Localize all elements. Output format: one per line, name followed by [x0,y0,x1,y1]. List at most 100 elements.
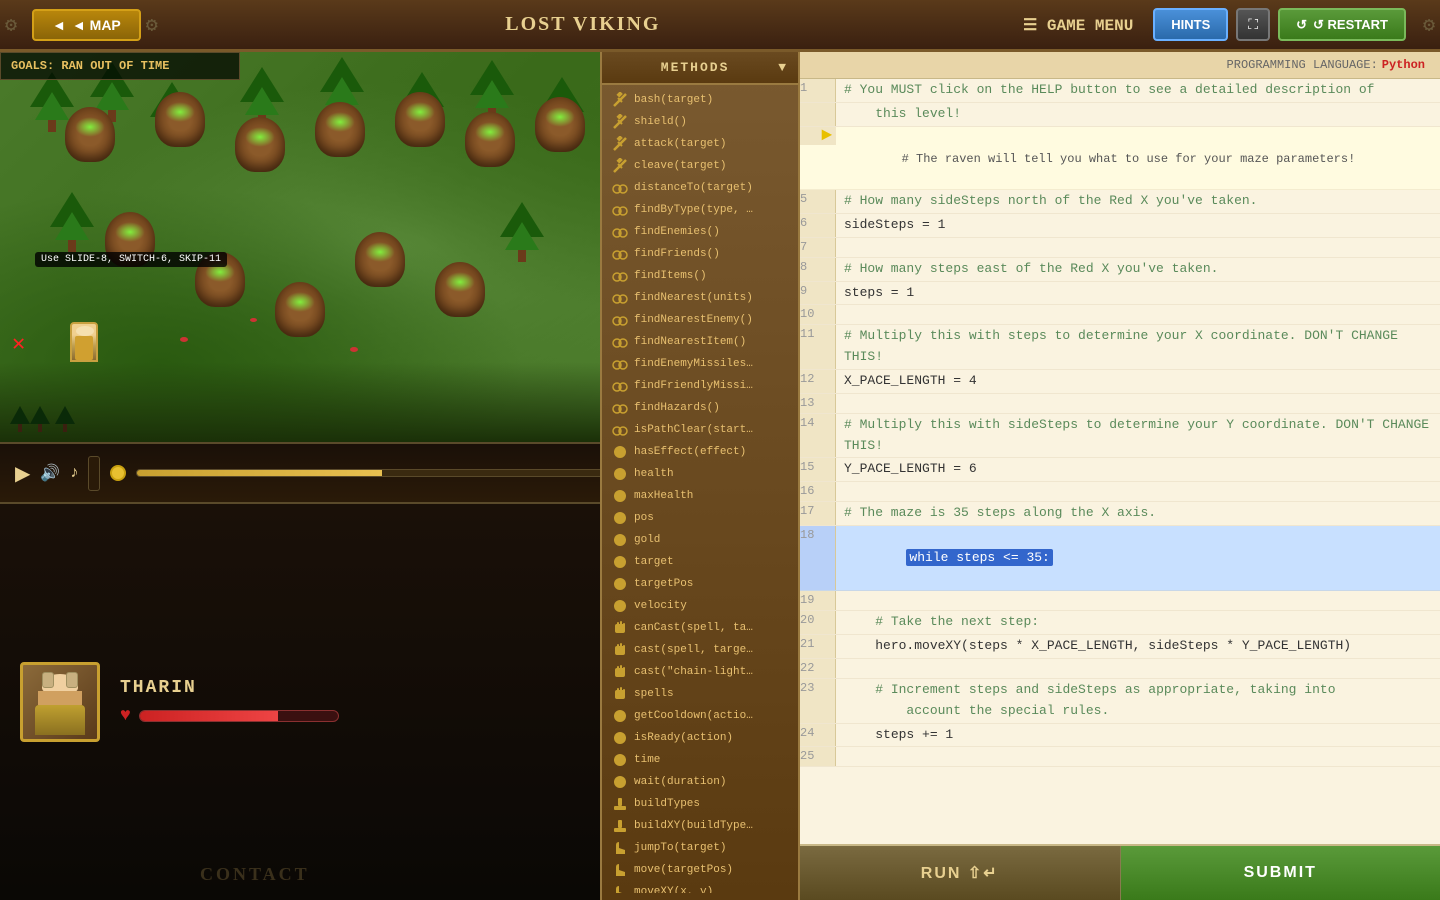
code-line-13: 13 [800,394,1440,414]
contact-text[interactable]: Contact [200,864,310,885]
code-line-1: 1 # You MUST click on the HELP button to… [800,79,1440,103]
method-label: spells [634,688,674,700]
method-icon [612,598,628,614]
restart-button[interactable]: ↺ ↺ RESTART [1278,8,1406,41]
restart-label: ↺ RESTART [1313,17,1388,33]
method-label: move(targetPos) [634,864,733,876]
method-icon [612,686,628,702]
method-item[interactable]: cast("chain-light… [602,661,798,683]
volume-button[interactable]: 🔊 [40,463,60,483]
hints-button[interactable]: HINTS [1153,8,1228,41]
method-item[interactable]: findNearestEnemy() [602,309,798,331]
code-bottom-bar: RUN ⇧↵ SUBMIT [800,844,1440,900]
method-item[interactable]: moveXY(x, y) [602,881,798,893]
map-arrow-icon: ◄ [52,17,66,33]
line-content-23: # Increment steps and sideSteps as appro… [836,679,1440,723]
top-right-buttons: HINTS ⛶ ↺ ↺ RESTART [1153,8,1406,41]
code-line-arrow: ► # The raven will tell you what to use … [800,127,1440,191]
method-item[interactable]: buildXY(buildType… [602,815,798,837]
method-label: findByType(type, … [634,204,753,216]
method-item[interactable]: target [602,551,798,573]
method-item[interactable]: health [602,463,798,485]
line-content-16 [836,482,1440,484]
method-item[interactable]: findEnemyMissiles… [602,353,798,375]
method-item[interactable]: findFriendlyMissi… [602,375,798,397]
method-item[interactable]: cast(spell, targe… [602,639,798,661]
map-button[interactable]: ◄ ◄ MAP [32,9,141,41]
method-item[interactable]: wait(duration) [602,771,798,793]
line-content-18: while steps <= 35: [836,526,1440,590]
method-label: cast(spell, targe… [634,644,753,656]
method-item[interactable]: maxHealth [602,485,798,507]
method-item[interactable]: findItems() [602,265,798,287]
method-item[interactable]: time [602,749,798,771]
method-item[interactable]: jumpTo(target) [602,837,798,859]
monster [530,97,590,167]
method-label: jumpTo(target) [634,842,726,854]
method-item[interactable]: targetPos [602,573,798,595]
line-number-21: 21 [800,635,836,658]
method-icon [612,136,628,152]
method-item[interactable]: attack(target) [602,133,798,155]
game-menu-label: ☰ GAME MENU [1023,15,1133,35]
code-editor[interactable]: 1 # You MUST click on the HELP button to… [800,79,1440,844]
method-label: bash(target) [634,94,713,106]
method-item[interactable]: findHazards() [602,397,798,419]
submit-button[interactable]: SUBMIT [1121,846,1440,900]
method-item[interactable]: findNearest(units) [602,287,798,309]
method-item[interactable]: pos [602,507,798,529]
method-item[interactable]: getCooldown(actio… [602,705,798,727]
method-icon [612,114,628,130]
method-icon [612,334,628,350]
method-icon [612,400,628,416]
method-item[interactable]: bash(target) [602,89,798,111]
line-content-arrow: # The raven will tell you what to use fo… [836,127,1440,190]
method-item[interactable]: findFriends() [602,243,798,265]
method-item[interactable]: velocity [602,595,798,617]
health-bar [139,710,339,722]
method-item[interactable]: findByType(type, … [602,199,798,221]
method-item[interactable]: shield() [602,111,798,133]
line-number-7: 7 [800,238,836,257]
method-item[interactable]: findNearestItem() [602,331,798,353]
play-button[interactable]: ▶ [15,461,30,486]
method-label: time [634,754,660,766]
method-item[interactable]: findEnemies() [602,221,798,243]
method-item[interactable]: gold [602,529,798,551]
code-line-6: 6 sideSteps = 1 [800,214,1440,238]
arrow-marker: ► [800,127,836,145]
goals-text: GOALS: RAN OUT OF TIME [11,59,169,73]
fullscreen-button[interactable]: ⛶ [1236,8,1270,41]
method-item[interactable]: cleave(target) [602,155,798,177]
method-item[interactable]: buildTypes [602,793,798,815]
gear-right-icon: ⚙ [1423,12,1435,38]
player-character [70,322,100,362]
method-item[interactable]: isReady(action) [602,727,798,749]
line-content-15: Y_PACE_LENGTH = 6 [836,458,1440,481]
code-panel: PROGRAMMING LANGUAGE: Python 1 # You MUS… [800,52,1440,900]
monster [230,117,290,187]
method-item[interactable]: spells [602,683,798,705]
method-item[interactable]: move(targetPos) [602,859,798,881]
method-icon [612,840,628,856]
game-menu-button[interactable]: ☰ GAME MENU [1003,9,1153,41]
code-line-17: 17 # The maze is 35 steps along the X ax… [800,502,1440,526]
method-item[interactable]: canCast(spell, ta… [602,617,798,639]
run-button[interactable]: RUN ⇧↵ [800,846,1121,900]
method-label: findNearestItem() [634,336,746,348]
method-icon [612,180,628,196]
line-number-19: 19 [800,591,836,610]
method-item[interactable]: distanceTo(target) [602,177,798,199]
music-button[interactable]: ♪ [70,464,78,482]
code-line-25: 25 [800,747,1440,767]
methods-list[interactable]: bash(target) shield() attack(target)cleave… [602,85,798,893]
monster [350,232,410,302]
method-item[interactable]: isPathClear(start… [602,419,798,441]
method-label: shield() [634,116,687,128]
methods-dropdown-icon[interactable]: ▼ [778,60,788,75]
method-label: targetPos [634,578,693,590]
method-label: moveXY(x, y) [634,886,713,893]
line-number-25: 25 [800,747,836,766]
hint-tooltip-text: Use SLIDE-8, SWITCH-6, SKIP-11 [41,254,221,265]
method-item[interactable]: hasEffect(effect) [602,441,798,463]
